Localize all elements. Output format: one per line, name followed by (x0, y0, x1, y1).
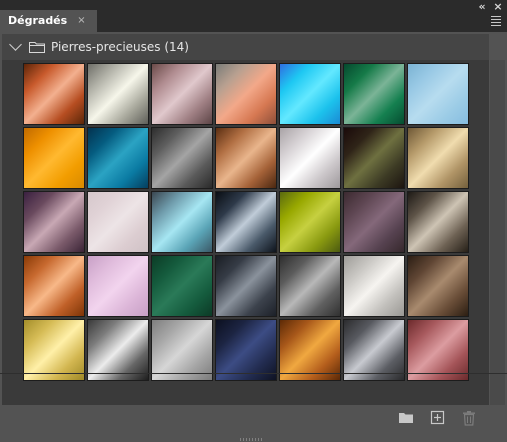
gradient-preview (24, 192, 84, 252)
gradient-swatch[interactable] (407, 319, 469, 381)
gradient-preview (408, 192, 468, 252)
gradient-swatch[interactable] (279, 319, 341, 381)
gradient-swatch[interactable] (23, 255, 85, 317)
gradient-swatch[interactable] (87, 255, 149, 317)
gradient-swatch[interactable] (407, 191, 469, 253)
gradient-preview (216, 128, 276, 188)
gradient-swatch[interactable] (215, 191, 277, 253)
gradient-preview (408, 64, 468, 124)
gradient-swatch[interactable] (343, 191, 405, 253)
gradient-swatch[interactable] (215, 319, 277, 381)
gradient-preview (152, 192, 212, 252)
chevron-down-icon[interactable] (9, 38, 22, 51)
resize-grip[interactable] (240, 438, 264, 441)
new-group-folder-icon[interactable] (397, 410, 415, 426)
group-label: Pierres-precieuses (14) (51, 40, 189, 54)
gradient-swatch[interactable] (279, 63, 341, 125)
gradient-swatch[interactable] (215, 127, 277, 189)
gradient-swatch[interactable] (279, 127, 341, 189)
gradient-preview (24, 256, 84, 316)
gradient-swatch[interactable] (151, 63, 213, 125)
footer-divider (0, 373, 507, 374)
gradient-swatch-area (2, 60, 489, 405)
gradient-swatch[interactable] (343, 127, 405, 189)
tab-gradients[interactable]: Dégradés × (0, 10, 97, 32)
gradient-swatch[interactable] (151, 255, 213, 317)
gradient-preview (408, 128, 468, 188)
gradient-swatch[interactable] (215, 63, 277, 125)
gradients-panel: Pierres-precieuses (14) (0, 32, 507, 442)
gradient-preview (280, 64, 340, 124)
gradient-swatch[interactable] (151, 127, 213, 189)
gradient-preview (280, 192, 340, 252)
gradient-swatch[interactable] (23, 191, 85, 253)
gradient-preview (88, 256, 148, 316)
gradient-preview (344, 64, 404, 124)
gradient-preview (88, 64, 148, 124)
gradient-preview (216, 64, 276, 124)
gradient-swatch-grid (23, 63, 474, 381)
gradient-preview (344, 192, 404, 252)
gradient-preview (152, 64, 212, 124)
tab-bar: Dégradés × (0, 10, 507, 32)
gradient-preview (344, 256, 404, 316)
trash-icon[interactable] (460, 410, 478, 426)
gradient-swatch[interactable] (279, 255, 341, 317)
gradient-swatch[interactable] (343, 319, 405, 381)
gradient-preview (152, 128, 212, 188)
gradient-swatch[interactable] (23, 127, 85, 189)
gradient-swatch[interactable] (23, 63, 85, 125)
gradient-swatch[interactable] (407, 255, 469, 317)
gradient-preview (280, 128, 340, 188)
gradient-swatch[interactable] (407, 63, 469, 125)
gradient-swatch[interactable] (151, 319, 213, 381)
tab-close-icon[interactable]: × (77, 10, 85, 32)
gradient-preview (24, 320, 84, 380)
panel-menu-icon[interactable] (491, 16, 501, 26)
gradient-swatch[interactable] (279, 191, 341, 253)
gradient-preview (88, 320, 148, 380)
gradient-preview (344, 320, 404, 380)
gradient-swatch[interactable] (343, 255, 405, 317)
folder-icon (29, 42, 45, 53)
gradient-preview (280, 320, 340, 380)
gradient-preview (216, 192, 276, 252)
gradient-swatch[interactable] (343, 63, 405, 125)
gradient-preview (216, 320, 276, 380)
gradient-preview (88, 128, 148, 188)
gradient-preview (216, 256, 276, 316)
gradient-swatch[interactable] (151, 191, 213, 253)
gradient-preview (152, 320, 212, 380)
gradient-preview (24, 128, 84, 188)
gradient-preview (88, 192, 148, 252)
gradient-swatch[interactable] (215, 255, 277, 317)
gradient-swatch[interactable] (407, 127, 469, 189)
tab-label: Dégradés (8, 14, 68, 27)
scrollbar[interactable] (490, 60, 505, 405)
gradient-swatch[interactable] (23, 319, 85, 381)
gradient-swatch[interactable] (87, 127, 149, 189)
window-top-strip (0, 0, 507, 10)
gradient-swatch[interactable] (87, 191, 149, 253)
new-gradient-icon[interactable] (429, 410, 447, 426)
group-header[interactable]: Pierres-precieuses (14) (2, 34, 489, 60)
gradient-preview (24, 64, 84, 124)
gradient-preview (408, 320, 468, 380)
gradient-preview (280, 256, 340, 316)
gradient-preview (344, 128, 404, 188)
gradient-preview (152, 256, 212, 316)
gradient-preview (408, 256, 468, 316)
gradient-swatch[interactable] (87, 63, 149, 125)
gradient-swatch[interactable] (87, 319, 149, 381)
